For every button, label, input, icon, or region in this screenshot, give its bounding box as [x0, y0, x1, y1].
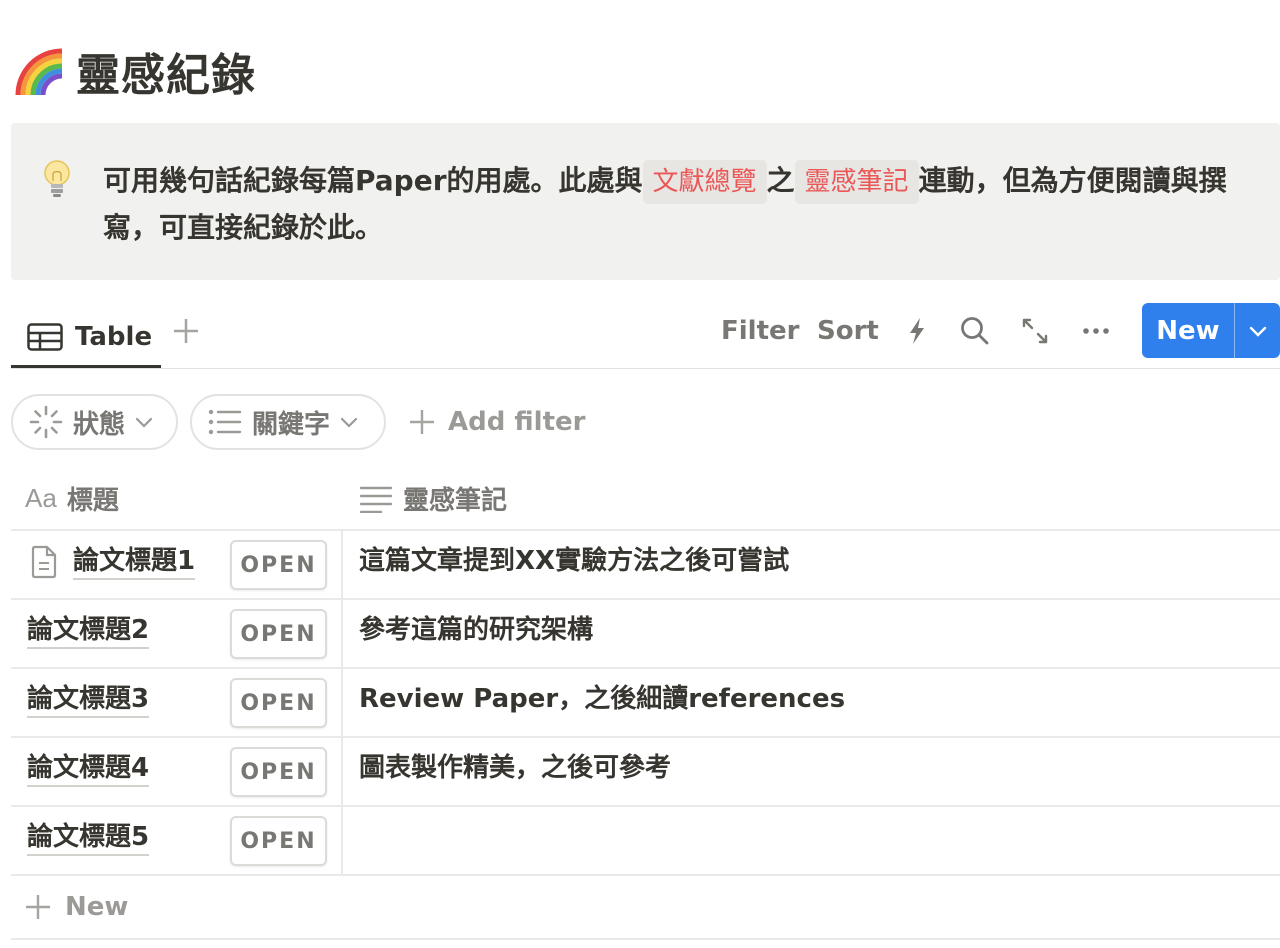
column-header-title-label: 標題 [66, 486, 119, 516]
new-button-group: New [1142, 303, 1280, 358]
open-button[interactable]: OPEN [230, 609, 327, 659]
table-row: 論文標題4 OPEN 圖表製作精美，之後可參考 [11, 738, 1280, 807]
callout-text: 可用幾句話紀錄每篇Paper的用處。此處與 文獻總覽之靈感筆記 連動，但為方便閱讀與… [103, 157, 1253, 251]
filter-chip-keywords[interactable]: 關鍵字 [190, 394, 386, 450]
table-row: 論文標題5 OPEN [11, 807, 1280, 876]
callout-text-part: 可用幾句話紀錄每篇Paper的用處。此處與 [103, 164, 643, 197]
open-button[interactable]: OPEN [230, 816, 327, 866]
notes-cell[interactable]: 參考這篇的研究架構 [359, 613, 593, 647]
notes-cell[interactable]: 圖表製作精美，之後可參考 [359, 751, 671, 785]
plus-icon [410, 410, 434, 434]
row-title-link[interactable]: 論文標題3 [27, 682, 150, 718]
column-divider [341, 669, 343, 736]
search-icon[interactable] [959, 315, 991, 347]
new-button[interactable]: New [1142, 303, 1234, 358]
lightbulb-icon [44, 160, 70, 197]
document-icon [31, 545, 57, 579]
database-table: Aa 標題 靈感筆記 論文標題1 OPEN 這篇文章提到XX實驗方法之後可嘗試 … [11, 466, 1280, 940]
open-button[interactable]: OPEN [230, 678, 327, 728]
inline-code-inspiration-notes: 靈感筆記 [794, 160, 919, 204]
notes-cell[interactable]: Review Paper，之後細讀references [359, 682, 845, 716]
plus-icon [26, 895, 50, 919]
lightning-icon[interactable] [901, 315, 933, 347]
filter-button[interactable]: Filter [721, 314, 799, 348]
table-row: 論文標題1 OPEN 這篇文章提到XX實驗方法之後可嘗試 [11, 531, 1280, 600]
chevron-down-icon [135, 417, 153, 428]
row-title-link[interactable]: 論文標題5 [27, 820, 150, 856]
tab-table-label: Table [75, 321, 153, 352]
column-divider [341, 807, 343, 874]
page: 靈感紀錄 可用幾句話紀錄每篇Paper的用處。此處與 文獻總覽之靈感筆記 連動，但為… [0, 0, 1280, 948]
tab-table[interactable]: Table [11, 308, 161, 368]
chevron-down-icon [1249, 326, 1266, 337]
page-header: 靈感紀錄 [14, 40, 256, 102]
column-divider [341, 531, 343, 598]
open-button[interactable]: OPEN [230, 540, 327, 590]
add-filter-button[interactable]: Add filter [408, 400, 585, 444]
callout: 可用幾句話紀錄每篇Paper的用處。此處與 文獻總覽之靈感筆記 連動，但為方便閱讀與… [11, 123, 1280, 280]
row-title-link[interactable]: 論文標題2 [27, 613, 150, 649]
table-row: 論文標題3 OPEN Review Paper，之後細讀references [11, 669, 1280, 738]
callout-text-part: 之 [766, 164, 795, 197]
status-spinner-icon [29, 405, 63, 439]
row-title-link[interactable]: 論文標題4 [27, 751, 150, 787]
add-view-icon[interactable] [171, 316, 201, 346]
column-header-title[interactable]: Aa 標題 [25, 466, 119, 531]
open-button[interactable]: OPEN [230, 747, 327, 797]
column-divider [341, 600, 343, 667]
expand-icon[interactable] [1019, 315, 1051, 347]
text-lines-icon [359, 486, 393, 513]
add-row-label: New [65, 892, 129, 922]
filter-chip-status[interactable]: 狀態 [11, 394, 178, 450]
table-row: 論文標題2 OPEN 參考這篇的研究架構 [11, 600, 1280, 669]
row-title-link[interactable]: 論文標題1 [73, 544, 196, 580]
sort-button[interactable]: Sort [817, 314, 879, 348]
filter-chip-status-label: 狀態 [73, 409, 126, 440]
more-icon[interactable] [1080, 315, 1112, 347]
page-title: 靈感紀錄 [76, 50, 256, 101]
column-header-notes[interactable]: 靈感筆記 [359, 466, 507, 531]
column-divider [341, 738, 343, 805]
view-bar: Table Filter Sort New [11, 300, 1280, 370]
notes-cell[interactable]: 這篇文章提到XX實驗方法之後可嘗試 [359, 544, 789, 578]
add-filter-label: Add filter [448, 407, 586, 437]
table-header: Aa 標題 靈感筆記 [11, 466, 1280, 531]
rainbow-icon [15, 48, 63, 96]
inline-code-literature-overview: 文獻總覽 [642, 160, 767, 204]
text-property-icon: Aa [25, 483, 57, 513]
table-icon [27, 322, 63, 351]
add-row-button[interactable]: New [11, 876, 1280, 940]
view-bar-divider [11, 368, 1280, 369]
filter-chip-keywords-label: 關鍵字 [252, 409, 331, 440]
new-dropdown-button[interactable] [1235, 303, 1280, 358]
column-header-notes-label: 靈感筆記 [403, 486, 508, 516]
chevron-down-icon [340, 417, 358, 428]
list-icon [208, 409, 242, 435]
